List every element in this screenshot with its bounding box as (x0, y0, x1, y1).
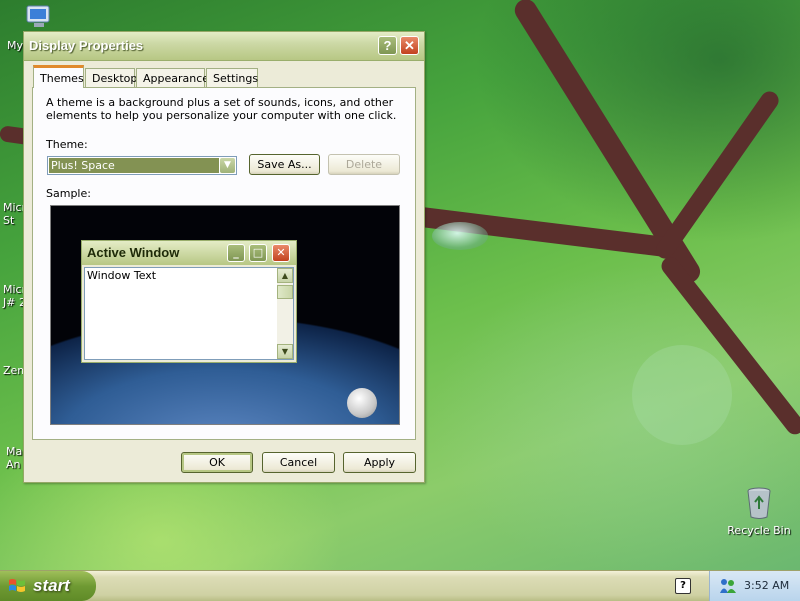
cancel-button[interactable]: Cancel (262, 452, 335, 473)
display-properties-window: Display Properties ? ✕ Themes Desktop Ap… (23, 31, 425, 483)
theme-selected-value: Plus! Space (49, 158, 219, 173)
start-label: start (33, 576, 70, 595)
messenger-icon[interactable] (719, 578, 737, 594)
sample-scrollbar: ▲ ▼ (277, 268, 293, 359)
theme-sample-preview: Active Window _ □ ✕ Window Text ▲ ▼ (50, 205, 400, 425)
scroll-up-icon: ▲ (277, 268, 293, 283)
my-computer-icon[interactable] (24, 4, 54, 30)
wallpaper-branch (652, 88, 783, 263)
recycle-bin-label: Recycle Bin (727, 524, 791, 537)
taskbar: start ? 3:52 AM (0, 570, 800, 601)
windows-flag-icon (9, 579, 25, 592)
ok-button[interactable]: OK (181, 452, 253, 473)
maximize-icon: □ (249, 244, 267, 262)
theme-dropdown[interactable]: Plus! Space ▼ (47, 156, 237, 175)
tab-settings[interactable]: Settings (206, 68, 258, 87)
tab-desktop[interactable]: Desktop (85, 68, 137, 87)
close-button[interactable]: ✕ (400, 36, 419, 55)
scroll-down-icon: ▼ (277, 344, 293, 359)
moon-image (347, 388, 377, 418)
wallpaper-bokeh (632, 345, 732, 445)
system-tray: 3:52 AM (709, 571, 800, 601)
chevron-down-icon[interactable]: ▼ (220, 158, 235, 173)
theme-label: Theme: (46, 138, 88, 151)
window-title: Display Properties (29, 38, 144, 53)
scroll-thumb (277, 285, 293, 299)
help-button[interactable]: ? (378, 36, 397, 55)
sample-window-title: Active Window (87, 245, 180, 260)
delete-button: Delete (328, 154, 400, 175)
save-as-button[interactable]: Save As... (249, 154, 320, 175)
close-icon: ✕ (272, 244, 290, 262)
recycle-bin[interactable]: Recycle Bin (724, 486, 794, 542)
wallpaper-droplet (432, 222, 488, 250)
apply-button[interactable]: Apply (343, 452, 416, 473)
desktop-icon-label[interactable]: My (7, 39, 23, 52)
recycle-bin-icon (747, 487, 771, 519)
theme-description: A theme is a background plus a set of so… (46, 96, 397, 122)
tab-appearance[interactable]: Appearance (136, 68, 209, 87)
sample-window-body: Window Text ▲ ▼ (84, 267, 294, 360)
help-tray-icon[interactable]: ? (675, 578, 691, 594)
minimize-icon: _ (227, 244, 245, 262)
title-bar[interactable]: Display Properties ? ✕ (24, 32, 424, 61)
sample-label: Sample: (46, 187, 91, 200)
sample-window-text: Window Text (87, 269, 157, 282)
sample-active-window: Active Window _ □ ✕ Window Text ▲ ▼ (81, 240, 297, 363)
sample-title-bar: Active Window _ □ ✕ (82, 241, 296, 265)
tab-themes[interactable]: Themes (33, 65, 84, 88)
start-button[interactable]: start (0, 571, 96, 601)
clock[interactable]: 3:52 AM (744, 579, 789, 592)
